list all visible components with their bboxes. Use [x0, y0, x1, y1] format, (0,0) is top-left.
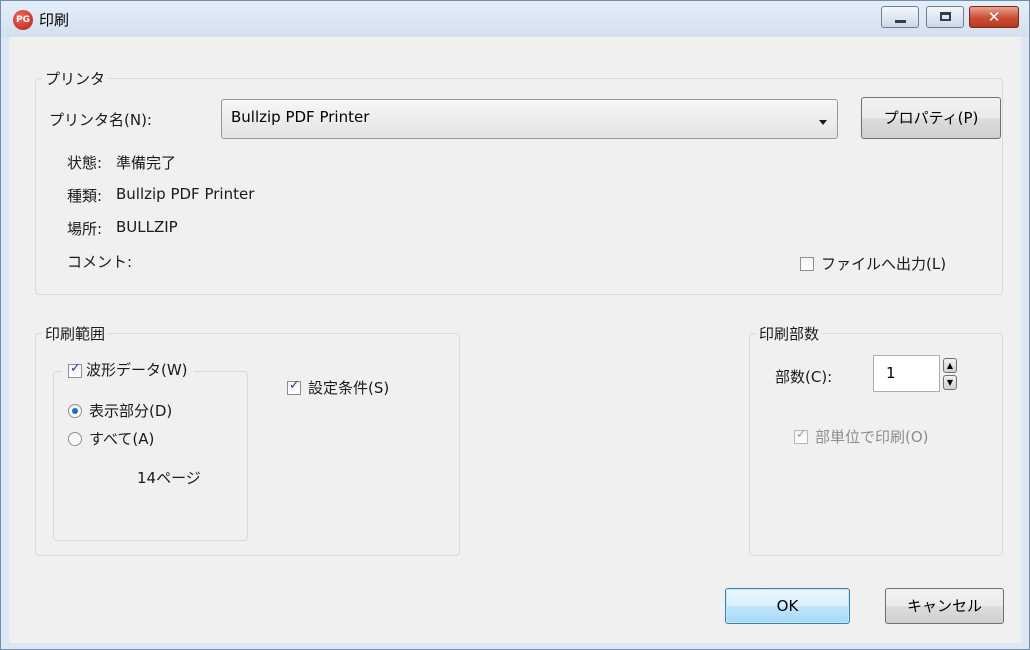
- printer-group-legend: プリンタ: [42, 68, 109, 89]
- copies-legend: 印刷部数: [756, 323, 823, 344]
- copies-count-label: 部数(C):: [775, 368, 833, 386]
- type-value: Bullzip PDF Printer: [116, 185, 255, 203]
- close-icon: ✕: [987, 8, 1001, 26]
- printer-name-value: Bullzip PDF Printer: [231, 108, 370, 126]
- cancel-button[interactable]: キャンセル: [885, 588, 1004, 624]
- chevron-down-icon: [819, 120, 827, 125]
- status-value: 準備完了: [116, 154, 177, 172]
- print-to-file-label[interactable]: ファイルへ出力(L): [821, 253, 946, 274]
- waveform-checkbox[interactable]: [68, 361, 82, 378]
- print-to-file-checkbox[interactable]: [800, 257, 814, 271]
- properties-button[interactable]: プロパティ(P): [861, 97, 1001, 139]
- comment-label: コメント:: [67, 253, 133, 271]
- printer-name-select[interactable]: Bullzip PDF Printer: [221, 99, 838, 139]
- waveform-label[interactable]: 波形データ(W): [86, 361, 188, 379]
- location-value: BULLZIP: [116, 218, 178, 236]
- copies-count-input[interactable]: 1: [873, 355, 940, 392]
- page-count-text: 14ページ: [137, 469, 201, 487]
- all-pages-radio[interactable]: [68, 432, 82, 446]
- copies-count-value: 1: [886, 364, 896, 382]
- all-pages-label[interactable]: すべて(A): [89, 428, 154, 449]
- settings-label[interactable]: 設定条件(S): [308, 377, 389, 398]
- minimize-icon: [895, 20, 906, 23]
- copies-spin-up[interactable]: ▲: [943, 358, 957, 373]
- waveform-subgroup: [53, 371, 248, 541]
- maximize-button[interactable]: [926, 6, 964, 28]
- window-title: 印刷: [39, 11, 70, 29]
- app-logo-icon: PG: [13, 10, 33, 30]
- settings-checkbox[interactable]: [287, 378, 301, 395]
- spin-down-icon: ▼: [946, 378, 954, 387]
- status-label: 状態:: [67, 154, 103, 172]
- display-part-label[interactable]: 表示部分(D): [89, 400, 172, 421]
- display-part-radio[interactable]: [68, 404, 82, 418]
- type-label: 種類:: [67, 187, 103, 205]
- maximize-icon: [940, 12, 951, 21]
- printer-name-label: プリンタ名(N):: [49, 111, 152, 129]
- print-dialog-window: PG 印刷 ✕ プリンタ プリンタ名(N): Bullzip PDF Print…: [0, 0, 1030, 650]
- copies-spin-down[interactable]: ▼: [943, 375, 957, 390]
- spin-up-icon: ▲: [946, 361, 954, 370]
- collate-checkbox[interactable]: [794, 427, 808, 444]
- close-button[interactable]: ✕: [969, 6, 1019, 28]
- collate-label[interactable]: 部単位で印刷(O): [815, 426, 929, 447]
- minimize-button[interactable]: [881, 6, 919, 28]
- dialog-client-area: プリンタ プリンタ名(N): Bullzip PDF Printer プロパティ…: [9, 37, 1021, 643]
- title-bar[interactable]: PG 印刷 ✕: [1, 1, 1029, 37]
- print-range-legend: 印刷範囲: [42, 323, 109, 344]
- ok-button[interactable]: OK: [725, 588, 850, 624]
- location-label: 場所:: [67, 220, 103, 238]
